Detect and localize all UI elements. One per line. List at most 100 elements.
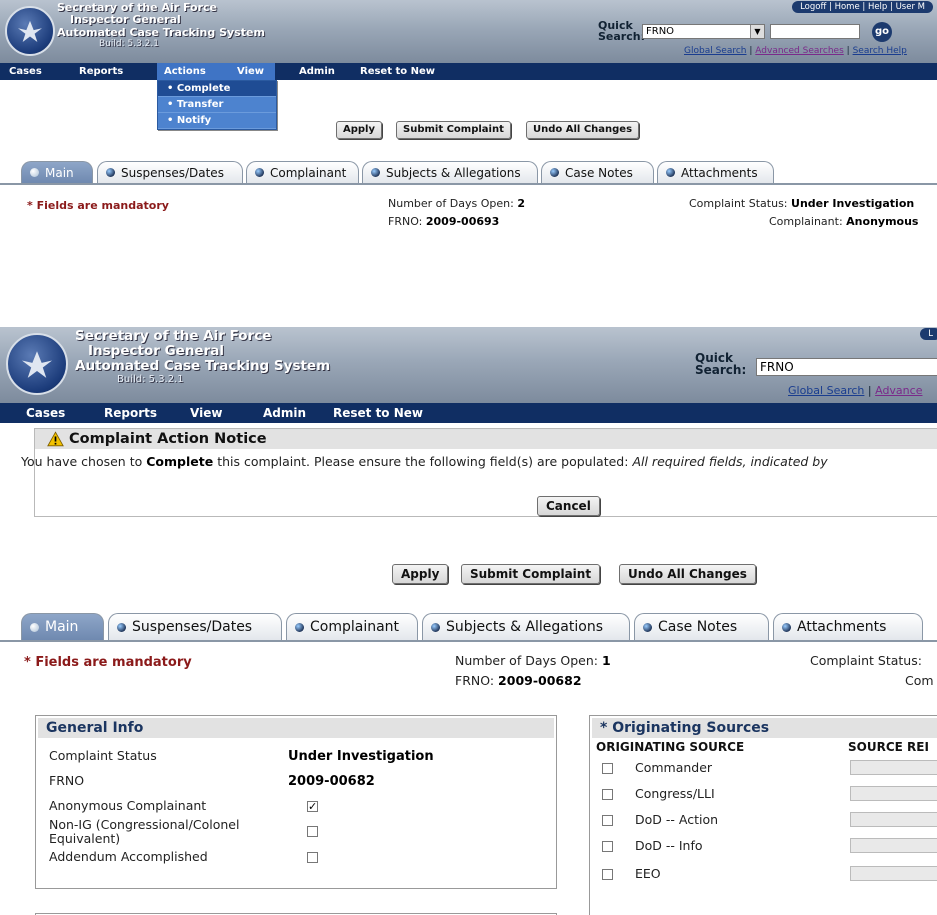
app-title-line2: Inspector General (70, 13, 181, 27)
notice-text-mid: this complaint. Please ensure the follow… (217, 454, 629, 469)
tab-bar: Main Suspenses/Dates Complainant Subject… (0, 161, 937, 185)
tab-main[interactable]: Main (21, 613, 104, 640)
tab-suspenses-dates[interactable]: Suspenses/Dates (97, 161, 243, 183)
radio-dot-icon (255, 168, 264, 177)
menu-item-transfer[interactable]: Transfer (158, 97, 276, 113)
quick-search-label: Quick Search: (695, 351, 747, 377)
tab-label: Attachments (797, 619, 887, 635)
tab-bar: Main Suspenses/Dates Complainant Subject… (0, 613, 937, 642)
nav-view[interactable]: View (190, 403, 222, 423)
eeo-checkbox[interactable] (602, 869, 613, 880)
go-button[interactable]: go (872, 22, 892, 42)
tab-complainant[interactable]: Complainant (246, 161, 359, 183)
source-ref-input[interactable] (850, 786, 937, 801)
build-number: Build: 5.3.2.1 (117, 374, 184, 386)
advanced-searches-link[interactable]: Advance (875, 384, 922, 397)
nav-reset-to-new[interactable]: Reset to New (360, 63, 435, 80)
nav-reset-to-new[interactable]: Reset to New (333, 403, 423, 423)
nav-reports[interactable]: Reports (104, 403, 157, 423)
source-ref-column: SOURCE REI (848, 740, 929, 754)
global-search-link[interactable]: Global Search (788, 384, 864, 397)
source-ref-input[interactable] (850, 866, 937, 881)
tab-attachments[interactable]: Attachments (773, 613, 923, 640)
radio-dot-icon (371, 168, 380, 177)
addendum-checkbox[interactable] (307, 852, 318, 863)
notice-text-pre: You have chosen to (21, 454, 143, 469)
advanced-searches-link[interactable]: Advanced Searches (755, 46, 843, 56)
nav-cases[interactable]: Cases (26, 403, 65, 423)
undo-all-changes-button[interactable]: Undo All Changes (526, 121, 640, 139)
nav-admin[interactable]: Admin (263, 403, 306, 423)
tab-label: Suspenses/Dates (132, 619, 253, 635)
tab-label: Subjects & Allegations (386, 165, 521, 180)
app-title: Secretary of the Air Force Inspector Gen… (75, 328, 330, 386)
dod-action-checkbox[interactable] (602, 815, 613, 826)
menu-item-complete[interactable]: Complete (158, 81, 276, 97)
notice-title: Complaint Action Notice (69, 431, 267, 447)
build-number: Build: 5.3.2.1 (99, 38, 159, 49)
complaint-status-value: Under Investigation (288, 749, 434, 764)
nav-cases[interactable]: Cases (9, 63, 42, 80)
top-links[interactable]: L (920, 328, 937, 340)
top-links[interactable]: Logoff | Home | Help | User M (792, 1, 933, 13)
commander-checkbox[interactable] (602, 763, 613, 774)
radio-dot-icon (106, 168, 115, 177)
app-title-line3: Automated Case Tracking System (57, 25, 265, 39)
tab-case-notes[interactable]: Case Notes (541, 161, 654, 183)
app-title-line1: Secretary of the Air Force (75, 328, 272, 344)
tab-main[interactable]: Main (21, 161, 93, 183)
row-label: Addendum Accomplished (49, 849, 208, 864)
quick-search-input[interactable] (770, 24, 860, 39)
notice-header: Complaint Action Notice (35, 429, 937, 449)
search-links: Global Search | Advance (788, 384, 922, 397)
complainant-label: Complainant: (769, 215, 843, 228)
complainant: Complainant: Anonymous (769, 215, 918, 228)
congress-checkbox[interactable] (602, 789, 613, 800)
air-force-logo (6, 333, 68, 395)
cancel-button[interactable]: Cancel (537, 496, 600, 516)
global-search-link[interactable]: Global Search (684, 46, 747, 56)
search-help-link[interactable]: Search Help (853, 46, 907, 56)
tab-subjects-allegations[interactable]: Subjects & Allegations (422, 613, 630, 640)
radio-dot-icon (295, 622, 304, 632)
days-open: Number of Days Open: 1 (455, 653, 611, 668)
actions-dropdown: Complete Transfer Notify (157, 80, 277, 130)
quick-search-select[interactable]: FRNO (756, 358, 937, 376)
nav-admin[interactable]: Admin (299, 63, 335, 80)
nav-view[interactable]: View (237, 63, 264, 80)
app-header: Secretary of the Air Force Inspector Gen… (0, 0, 937, 63)
days-open: Number of Days Open: 2 (388, 197, 525, 210)
undo-all-changes-button[interactable]: Undo All Changes (619, 564, 756, 584)
notice-text-italic: All required fields, indicated by (632, 454, 828, 469)
submit-complaint-button[interactable]: Submit Complaint (396, 121, 511, 139)
apply-button[interactable]: Apply (392, 564, 449, 584)
frno-value: 2009-00693 (425, 215, 500, 228)
screenshot-actions-menu: Secretary of the Air Force Inspector Gen… (0, 0, 937, 238)
mandatory-note: * Fields are mandatory (27, 199, 169, 212)
tab-subjects-allegations[interactable]: Subjects & Allegations (362, 161, 538, 183)
screenshot-complete-notice: Secretary of the Air Force Inspector Gen… (0, 327, 937, 915)
quick-search-label: Quick Search: (598, 19, 645, 43)
quick-search-select[interactable]: FRNO ▼ (642, 24, 765, 39)
apply-button[interactable]: Apply (336, 121, 383, 139)
menu-item-notify[interactable]: Notify (158, 113, 276, 129)
nav-reports[interactable]: Reports (79, 63, 123, 80)
source-ref-input[interactable] (850, 838, 937, 853)
non-ig-checkbox[interactable] (307, 826, 318, 837)
quick-search-value: FRNO (760, 360, 794, 374)
tab-attachments[interactable]: Attachments (657, 161, 774, 183)
chevron-down-icon: ▼ (750, 25, 764, 38)
tab-suspenses-dates[interactable]: Suspenses/Dates (108, 613, 282, 640)
anonymous-complainant-checkbox[interactable]: ✓ (307, 801, 318, 812)
row-label: FRNO (49, 773, 85, 788)
tab-case-notes[interactable]: Case Notes (634, 613, 769, 640)
status-label: Complaint Status: (689, 197, 788, 210)
frno: FRNO: 2009-00693 (388, 215, 499, 228)
separator: | (846, 46, 850, 56)
tab-complainant[interactable]: Complainant (286, 613, 418, 640)
submit-complaint-button[interactable]: Submit Complaint (461, 564, 601, 584)
source-ref-input[interactable] (850, 812, 937, 827)
dod-info-checkbox[interactable] (602, 841, 613, 852)
radio-dot-icon (550, 168, 559, 177)
source-ref-input[interactable] (850, 760, 937, 775)
